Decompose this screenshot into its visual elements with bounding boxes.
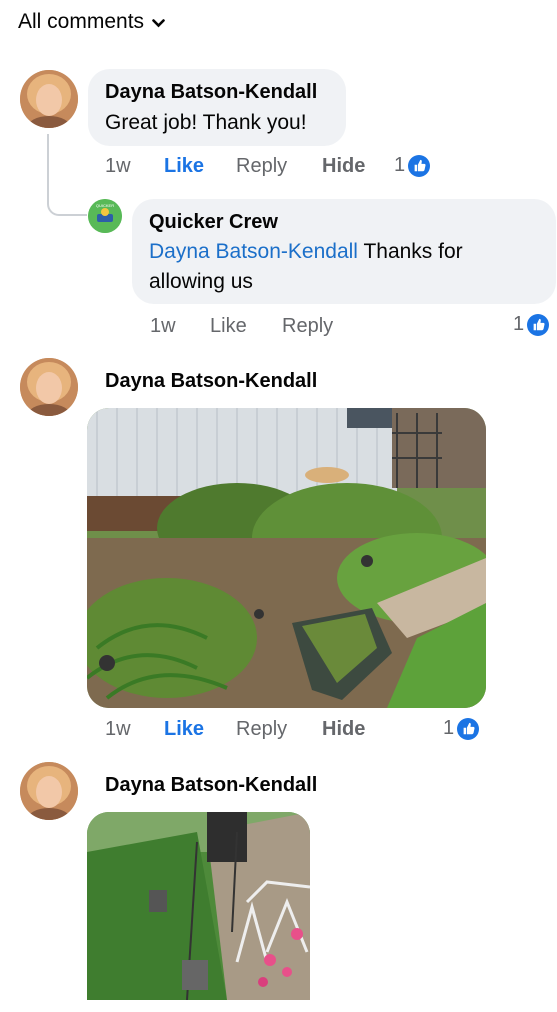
reaction-number: 1 bbox=[394, 154, 406, 176]
hide-button[interactable]: Hide bbox=[322, 718, 365, 741]
like-button[interactable]: Like bbox=[164, 155, 204, 178]
reply-text-line2: allowing us bbox=[149, 270, 253, 293]
reply-text: Dayna Batson-Kendall Thanks for allowing… bbox=[149, 237, 544, 297]
reply-reaction-count[interactable]: 1 bbox=[513, 313, 550, 336]
reply-text-line1: Thanks for bbox=[363, 240, 463, 263]
reply-reply-button[interactable]: Reply bbox=[282, 315, 333, 338]
reaction-number: 1 bbox=[443, 717, 455, 739]
comment-author[interactable]: Dayna Batson-Kendall bbox=[105, 81, 317, 104]
comment-photo[interactable] bbox=[87, 408, 486, 708]
thread-connector bbox=[47, 134, 87, 216]
comment-author[interactable]: Dayna Batson-Kendall bbox=[105, 774, 317, 797]
all-comments-label: All comments bbox=[18, 10, 145, 33]
reply-button[interactable]: Reply bbox=[236, 718, 287, 741]
reply-button[interactable]: Reply bbox=[236, 155, 287, 178]
reply-author[interactable]: Quicker Crew bbox=[149, 211, 278, 234]
comment-bubble: Dayna Batson-Kendall Great job! Thank yo… bbox=[88, 69, 346, 146]
reply-bubble: Quicker Crew Dayna Batson-Kendall Thanks… bbox=[132, 199, 556, 304]
avatar[interactable] bbox=[20, 70, 78, 128]
mention-link[interactable]: Dayna Batson-Kendall bbox=[149, 240, 358, 263]
reply-reaction-number: 1 bbox=[513, 313, 525, 335]
avatar[interactable] bbox=[20, 762, 78, 820]
comment-author[interactable]: Dayna Batson-Kendall bbox=[105, 370, 317, 393]
thumbs-up-icon bbox=[457, 717, 480, 740]
page-avatar[interactable]: QUICKER bbox=[88, 199, 122, 233]
reply-like-button[interactable]: Like bbox=[210, 315, 247, 338]
comment-text: Great job! Thank you! bbox=[105, 111, 307, 134]
svg-text:QUICKER: QUICKER bbox=[96, 203, 114, 208]
comment-timestamp[interactable]: 1w bbox=[105, 155, 131, 178]
all-comments-filter[interactable]: All comments bbox=[18, 10, 165, 34]
hide-button[interactable]: Hide bbox=[322, 155, 365, 178]
reply-timestamp[interactable]: 1w bbox=[150, 315, 176, 338]
reaction-count[interactable]: 1 bbox=[443, 717, 480, 740]
comment-photo[interactable] bbox=[87, 812, 310, 1012]
chevron-down-icon bbox=[152, 15, 165, 31]
thumbs-up-icon bbox=[408, 154, 431, 177]
thumbs-up-icon bbox=[527, 313, 550, 336]
reaction-count[interactable]: 1 bbox=[394, 154, 431, 177]
like-button[interactable]: Like bbox=[164, 718, 204, 741]
comment-timestamp[interactable]: 1w bbox=[105, 718, 131, 741]
avatar[interactable] bbox=[20, 358, 78, 416]
